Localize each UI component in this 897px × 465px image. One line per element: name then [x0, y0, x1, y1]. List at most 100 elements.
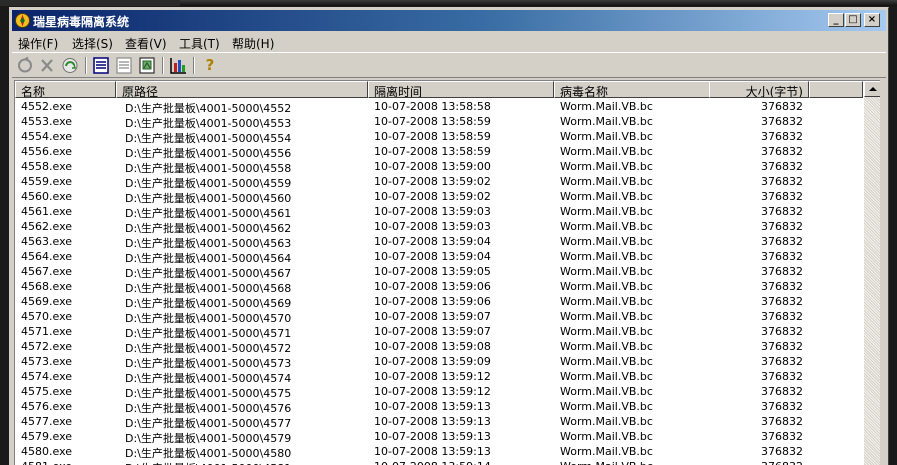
table-row[interactable]: 4554.exe D:\生产批量板\4001-5000\4554 10-07-200… [15, 129, 863, 145]
delete-icon[interactable] [37, 56, 57, 75]
file-name-cell: 4562.exe [21, 220, 73, 233]
title-bar[interactable]: 瑞星病毒隔离系统 _ □ × [12, 10, 886, 31]
quarantine-time-cell: 10-07-2008 13:59:09 [374, 355, 491, 368]
quarantine-time-cell: 10-07-2008 13:59:06 [374, 295, 491, 308]
file-name-cell: 4568.exe [21, 280, 73, 293]
menu-view[interactable]: 查看(V) [125, 35, 167, 52]
close-button[interactable]: × [864, 13, 880, 27]
quarantine-time-cell: 10-07-2008 13:59:04 [374, 250, 491, 263]
quarantine-time-cell: 10-07-2008 13:59:13 [374, 415, 491, 428]
maximize-button[interactable]: □ [845, 13, 861, 27]
scroll-up-button[interactable] [864, 81, 880, 97]
minimize-button[interactable]: _ [828, 13, 844, 27]
file-size-cell: 376832 [761, 145, 803, 158]
menu-tools[interactable]: 工具(T) [179, 35, 220, 52]
table-row[interactable]: 4568.exe D:\生产批量板\4001-5000\4568 10-07-200… [15, 279, 863, 295]
detail-view-icon[interactable] [114, 56, 134, 75]
table-row[interactable]: 4556.exe D:\生产批量板\4001-5000\4556 10-07-200… [15, 144, 863, 160]
list-view-icon[interactable] [91, 56, 111, 75]
column-header-name[interactable]: 名称 [15, 81, 116, 98]
file-size-cell: 376832 [761, 160, 803, 173]
help-icon[interactable]: ? [200, 56, 220, 75]
vertical-scrollbar[interactable] [864, 81, 880, 465]
toolbar-separator [85, 57, 87, 74]
main-window: 瑞星病毒隔离系统 _ □ × 操作(F) 选择(S) 查看(V) 工具(T) 帮… [9, 7, 889, 465]
column-header-path[interactable]: 原路径 [116, 81, 368, 98]
restore-icon[interactable] [15, 56, 35, 75]
table-row[interactable]: 4574.exe D:\生产批量板\4001-5000\4574 10-07-200… [15, 369, 863, 385]
table-row[interactable]: 4561.exe D:\生产批量板\4001-5000\4561 10-07-200… [15, 204, 863, 220]
quarantine-time-cell: 10-07-2008 13:59:13 [374, 400, 491, 413]
quarantine-time-cell: 10-07-2008 13:59:08 [374, 340, 491, 353]
column-header-time[interactable]: 隔离时间 [368, 81, 554, 98]
quarantine-time-cell: 10-07-2008 13:58:59 [374, 145, 491, 158]
file-name-cell: 4558.exe [21, 160, 73, 173]
table-row[interactable]: 4558.exe D:\生产批量板\4001-5000\4558 10-07-200… [15, 159, 863, 175]
file-size-cell: 376832 [761, 385, 803, 398]
list-header: 名称 原路径 隔离时间 病毒名称 大小(字节) [15, 81, 863, 98]
file-size-cell: 376832 [761, 295, 803, 308]
file-size-cell: 376832 [761, 100, 803, 113]
file-name-cell: 4569.exe [21, 295, 73, 308]
quarantine-time-cell: 10-07-2008 13:59:02 [374, 190, 491, 203]
file-name-cell: 4581.exe [21, 460, 116, 465]
table-row[interactable]: 4581.exe D:\生产批量板\4001-5000\4581 10-07-200… [15, 459, 863, 465]
file-size-cell: 376832 [761, 115, 803, 128]
file-size-cell: 376832 [761, 370, 803, 383]
table-row[interactable]: 4576.exe D:\生产批量板\4001-5000\4576 10-07-200… [15, 399, 863, 415]
table-row[interactable]: 4575.exe D:\生产批量板\4001-5000\4575 10-07-200… [15, 384, 863, 400]
quarantine-time-cell: 10-07-2008 13:59:14 [374, 460, 554, 465]
table-row[interactable]: 4580.exe D:\生产批量板\4001-5000\4580 10-07-200… [15, 444, 863, 460]
quarantine-time-cell: 10-07-2008 13:59:02 [374, 175, 491, 188]
chart-icon[interactable] [168, 56, 188, 75]
table-row[interactable]: 4573.exe D:\生产批量板\4001-5000\4573 10-07-200… [15, 354, 863, 370]
table-row[interactable]: 4564.exe D:\生产批量板\4001-5000\4564 10-07-200… [15, 249, 863, 265]
menu-select[interactable]: 选择(S) [72, 35, 113, 52]
file-size-cell: 376832 [761, 250, 803, 263]
file-size-cell: 376832 [761, 400, 803, 413]
quarantine-list: 名称 原路径 隔离时间 病毒名称 大小(字节) 4552.exe D:\生产批量板… [14, 80, 880, 465]
menu-help[interactable]: 帮助(H) [232, 35, 274, 52]
file-name-cell: 4579.exe [21, 430, 73, 443]
table-row[interactable]: 4577.exe D:\生产批量板\4001-5000\4577 10-07-200… [15, 414, 863, 430]
quarantine-time-cell: 10-07-2008 13:59:12 [374, 385, 491, 398]
file-name-cell: 4556.exe [21, 145, 73, 158]
file-size-cell: 376832 [705, 460, 803, 465]
file-size-cell: 376832 [761, 445, 803, 458]
table-row[interactable]: 4569.exe D:\生产批量板\4001-5000\4569 10-07-200… [15, 294, 863, 310]
menu-bar: 操作(F) 选择(S) 查看(V) 工具(T) 帮助(H) [12, 32, 886, 52]
quarantine-time-cell: 10-07-2008 13:59:12 [374, 370, 491, 383]
table-row[interactable]: 4572.exe D:\生产批量板\4001-5000\4572 10-07-200… [15, 339, 863, 355]
toolbar: ? [12, 52, 886, 78]
background-strip-left [0, 0, 180, 6]
rescan-icon[interactable] [60, 56, 80, 75]
file-name-cell: 4580.exe [21, 445, 73, 458]
table-row[interactable]: 4559.exe D:\生产批量板\4001-5000\4559 10-07-200… [15, 174, 863, 190]
file-name-cell: 4574.exe [21, 370, 73, 383]
quarantine-time-cell: 10-07-2008 13:58:59 [374, 130, 491, 143]
file-name-cell: 4560.exe [21, 190, 73, 203]
table-row[interactable]: 4570.exe D:\生产批量板\4001-5000\4570 10-07-200… [15, 309, 863, 325]
toolbar-separator [162, 57, 164, 74]
file-size-cell: 376832 [761, 130, 803, 143]
table-row[interactable]: 4571.exe D:\生产批量板\4001-5000\4571 10-07-200… [15, 324, 863, 340]
menu-operate[interactable]: 操作(F) [18, 35, 58, 52]
properties-icon[interactable] [137, 56, 157, 75]
file-name-cell: 4571.exe [21, 325, 73, 338]
table-row[interactable]: 4579.exe D:\生产批量板\4001-5000\4579 10-07-200… [15, 429, 863, 445]
table-row[interactable]: 4552.exe D:\生产批量板\4001-5000\4552 10-07-200… [15, 99, 863, 115]
table-row[interactable]: 4553.exe D:\生产批量板\4001-5000\4553 10-07-200… [15, 114, 863, 130]
table-row[interactable]: 4567.exe D:\生产批量板\4001-5000\4567 10-07-200… [15, 264, 863, 280]
file-name-cell: 4570.exe [21, 310, 73, 323]
background-strip-right [180, 0, 897, 6]
table-row[interactable]: 4562.exe D:\生产批量板\4001-5000\4562 10-07-200… [15, 219, 863, 235]
table-row[interactable]: 4560.exe D:\生产批量板\4001-5000\4560 10-07-200… [15, 189, 863, 205]
file-size-cell: 376832 [761, 265, 803, 278]
quarantine-time-cell: 10-07-2008 13:59:06 [374, 280, 491, 293]
column-header-size[interactable]: 大小(字节) [709, 81, 809, 98]
file-name-cell: 4554.exe [21, 130, 73, 143]
file-size-cell: 376832 [761, 190, 803, 203]
file-name-cell: 4573.exe [21, 355, 73, 368]
table-row[interactable]: 4563.exe D:\生产批量板\4001-5000\4563 10-07-200… [15, 234, 863, 250]
quarantine-time-cell: 10-07-2008 13:59:03 [374, 205, 491, 218]
